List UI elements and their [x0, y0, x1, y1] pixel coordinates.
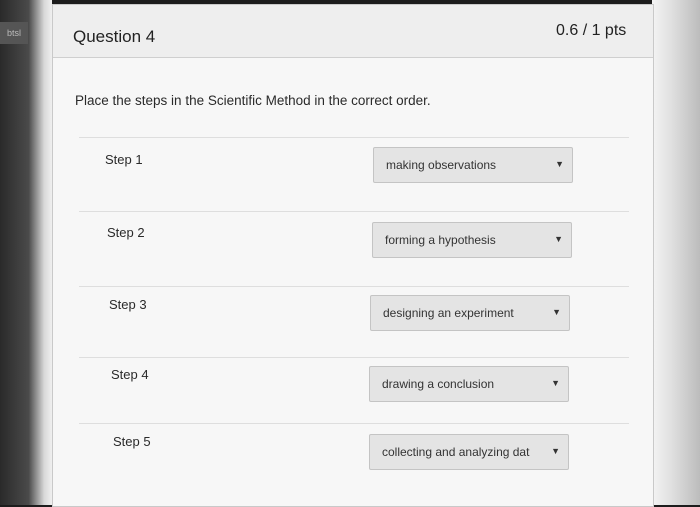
question-points: 0.6 / 1 pts [556, 22, 627, 39]
caret-down-icon: ▼ [552, 307, 561, 317]
step-4-selected: drawing a conclusion [382, 377, 495, 391]
step-4-label: Step 4 [111, 367, 149, 382]
step-2-dropdown[interactable]: forming a hypothesis ▼ [372, 222, 572, 258]
step-5-label: Step 5 [113, 434, 151, 449]
question-prompt: Place the steps in the Scientific Method… [75, 93, 431, 108]
divider [79, 423, 629, 424]
question-title: Question 4 [73, 27, 156, 46]
question-panel: Question 4 0.6 / 1 pts Place the steps i… [52, 4, 654, 507]
step-5-dropdown[interactable]: collecting and analyzing dat ▼ [369, 434, 569, 470]
caret-down-icon: ▼ [554, 234, 563, 244]
step-3-dropdown[interactable]: designing an experiment ▼ [370, 295, 570, 331]
caret-down-icon: ▼ [555, 159, 564, 169]
divider [79, 137, 629, 138]
step-1-label: Step 1 [105, 152, 143, 167]
step-4-dropdown[interactable]: drawing a conclusion ▼ [369, 366, 569, 402]
step-3-selected: designing an experiment [383, 306, 514, 320]
sidebar-tab[interactable]: btsl [0, 22, 28, 44]
divider [79, 357, 629, 358]
browser-right-edge [652, 0, 700, 505]
step-2-label: Step 2 [107, 225, 145, 240]
step-1-selected: making observations [386, 158, 497, 172]
step-2-selected: forming a hypothesis [385, 233, 496, 247]
browser-left-edge [0, 0, 52, 505]
step-3-label: Step 3 [109, 297, 147, 312]
divider [79, 211, 629, 212]
divider [79, 286, 629, 287]
step-5-selected: collecting and analyzing dat [382, 445, 530, 459]
step-1-dropdown[interactable]: making observations ▼ [373, 147, 573, 183]
caret-down-icon: ▼ [551, 446, 560, 456]
caret-down-icon: ▼ [551, 378, 560, 388]
question-header: Question 4 0.6 / 1 pts [53, 5, 653, 58]
